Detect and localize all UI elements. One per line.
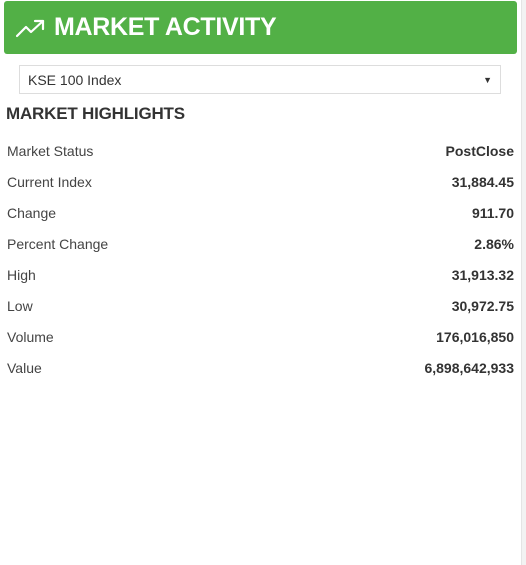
index-select[interactable]: KSE 100 Index ▼ (19, 65, 501, 94)
stat-row-market-status: Market Status PostClose (7, 135, 514, 166)
stat-value: 176,016,850 (436, 328, 514, 345)
stat-label: Value (7, 359, 42, 376)
stat-label: Change (7, 204, 57, 221)
stat-row-low: Low 30,972.75 (7, 290, 514, 321)
index-select-value: KSE 100 Index (28, 71, 122, 88)
stat-label: Current Index (7, 173, 92, 190)
stat-value: 31,913.32 (451, 266, 514, 283)
market-activity-header: MARKET ACTIVITY (4, 1, 517, 54)
page-title: MARKET ACTIVITY (54, 13, 277, 41)
scrollbar-track[interactable] (521, 0, 526, 565)
stat-label: High (7, 266, 36, 283)
stat-label: Market Status (7, 142, 94, 159)
stat-value: PostClose (445, 142, 514, 159)
dropdown-arrow-icon: ▼ (483, 74, 492, 85)
market-highlights-table: Market Status PostClose Current Index 31… (7, 135, 514, 383)
stat-row-percent-change: Percent Change 2.86% (7, 228, 514, 259)
stat-row-current-index: Current Index 31,884.45 (7, 166, 514, 197)
stat-value: 911.70 (471, 204, 514, 221)
stat-row-volume: Volume 176,016,850 (7, 321, 514, 352)
stat-row-change: Change 911.70 (7, 197, 514, 228)
stat-row-high: High 31,913.32 (7, 259, 514, 290)
stat-value: 31,884.45 (451, 173, 514, 190)
market-highlights-title: MARKET HIGHLIGHTS (6, 104, 185, 123)
stat-value: 30,972.75 (451, 297, 514, 314)
stat-label: Low (7, 297, 33, 314)
stat-label: Percent Change (7, 235, 109, 252)
trending-up-icon (16, 17, 48, 39)
stat-row-value: Value 6,898,642,933 (7, 352, 514, 383)
stat-label: Volume (7, 328, 54, 345)
stat-value: 6,898,642,933 (424, 359, 514, 376)
stat-value: 2.86% (474, 235, 514, 252)
